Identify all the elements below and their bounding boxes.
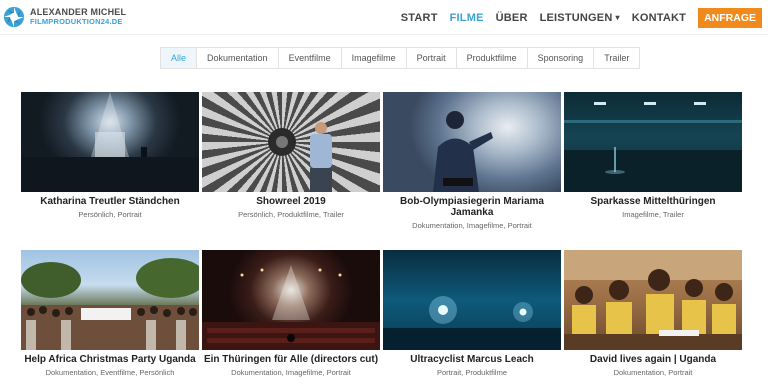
film-card[interactable]: Showreel 2019 Persönlich, Produktfilme, … [202, 92, 380, 219]
filter-portrait[interactable]: Portrait [407, 48, 457, 68]
film-thumbnail[interactable] [383, 250, 561, 350]
film-categories: Dokumentation, Imagefilme, Portrait [412, 221, 532, 230]
crowd-scene [21, 258, 199, 350]
film-categories: Portrait, Produktfilme [436, 368, 508, 377]
theater-scene [202, 265, 380, 350]
nav-item-leistungen[interactable]: LEISTUNGEN ▾ [540, 12, 620, 24]
site-header: ALEXANDER MICHEL FILMPRODUKTION24.DE STA… [0, 0, 768, 35]
film-categories: Dokumentation, Portrait [613, 368, 693, 377]
nav-item-ueber[interactable]: ÜBER [496, 12, 528, 24]
film-title[interactable]: Ein Thüringen für Alle (directors cut) [202, 354, 380, 365]
aperture-logo-icon [3, 6, 25, 28]
category-filter-bar: Alle Dokumentation Eventfilme Imagefilme… [160, 47, 641, 69]
turbine-scene [268, 122, 332, 192]
brand-name: ALEXANDER MICHEL [30, 7, 127, 17]
chevron-down-icon: ▾ [615, 13, 620, 22]
filter-produktfilme[interactable]: Produktfilme [457, 48, 528, 68]
hall-scene [564, 102, 742, 192]
film-title[interactable]: Ultracyclist Marcus Leach [383, 354, 561, 365]
brand-domain: FILMPRODUKTION24.DE [30, 17, 123, 26]
film-card[interactable]: Help Africa Christmas Party Uganda Dokum… [21, 250, 199, 377]
nav-item-kontakt[interactable]: KONTAKT [632, 12, 686, 24]
film-title[interactable]: Showreel 2019 [202, 196, 380, 207]
film-card[interactable]: Katharina Treutler Ständchen Persönlich,… [21, 92, 199, 219]
film-categories: Dokumentation, Imagefilme, Portrait [231, 368, 351, 377]
film-thumbnail[interactable] [21, 250, 199, 350]
filter-imagefilme[interactable]: Imagefilme [342, 48, 407, 68]
classroom-scene [564, 250, 742, 350]
nav-item-leistungen-label: LEISTUNGEN [539, 12, 613, 24]
nav-item-start[interactable]: START [401, 12, 438, 24]
filter-trailer[interactable]: Trailer [594, 48, 639, 68]
stage-light-scene [21, 92, 199, 192]
film-thumbnail[interactable] [383, 92, 561, 192]
film-thumbnail[interactable] [202, 250, 380, 350]
film-title[interactable]: David lives again | Uganda [564, 354, 742, 365]
film-card[interactable]: Ultracyclist Marcus Leach Portrait, Prod… [383, 250, 561, 377]
filter-alle[interactable]: Alle [161, 48, 198, 68]
film-card[interactable]: David lives again | Uganda Dokumentation… [564, 250, 742, 377]
filter-eventfilme[interactable]: Eventfilme [279, 48, 342, 68]
filter-dokumentation[interactable]: Dokumentation [197, 48, 279, 68]
film-title[interactable]: Bob-Olympiasiegerin Mariama Jamanka [383, 196, 561, 218]
night-road-scene [383, 296, 561, 350]
athlete-scene [433, 111, 493, 192]
film-title[interactable]: Katharina Treutler Ständchen [21, 196, 199, 207]
film-categories: Persönlich, Portrait [78, 210, 142, 219]
film-categories: Persönlich, Produktfilme, Trailer [238, 210, 344, 219]
nav-item-filme[interactable]: FILME [450, 12, 484, 24]
film-card[interactable]: Sparkasse Mittelthüringen Imagefilme, Tr… [564, 92, 742, 219]
anfrage-button[interactable]: ANFRAGE [698, 8, 762, 28]
filter-sponsoring[interactable]: Sponsoring [528, 48, 595, 68]
film-categories: Imagefilme, Trailer [622, 210, 684, 219]
logo[interactable]: ALEXANDER MICHEL FILMPRODUKTION24.DE [3, 5, 193, 29]
film-card[interactable]: Bob-Olympiasiegerin Mariama Jamanka Doku… [383, 92, 561, 230]
film-thumbnail[interactable] [564, 250, 742, 350]
film-thumbnail[interactable] [202, 92, 380, 192]
film-card[interactable]: Ein Thüringen für Alle (directors cut) D… [202, 250, 380, 377]
film-thumbnail[interactable] [564, 92, 742, 192]
main-nav: START FILME ÜBER LEISTUNGEN ▾ KONTAKT ANF… [389, 8, 762, 28]
film-thumbnail[interactable] [21, 92, 199, 192]
film-title[interactable]: Sparkasse Mittelthüringen [564, 196, 742, 207]
film-categories: Dokumentation, Eventfilme, Persönlich [45, 368, 175, 377]
film-title[interactable]: Help Africa Christmas Party Uganda [21, 354, 199, 365]
